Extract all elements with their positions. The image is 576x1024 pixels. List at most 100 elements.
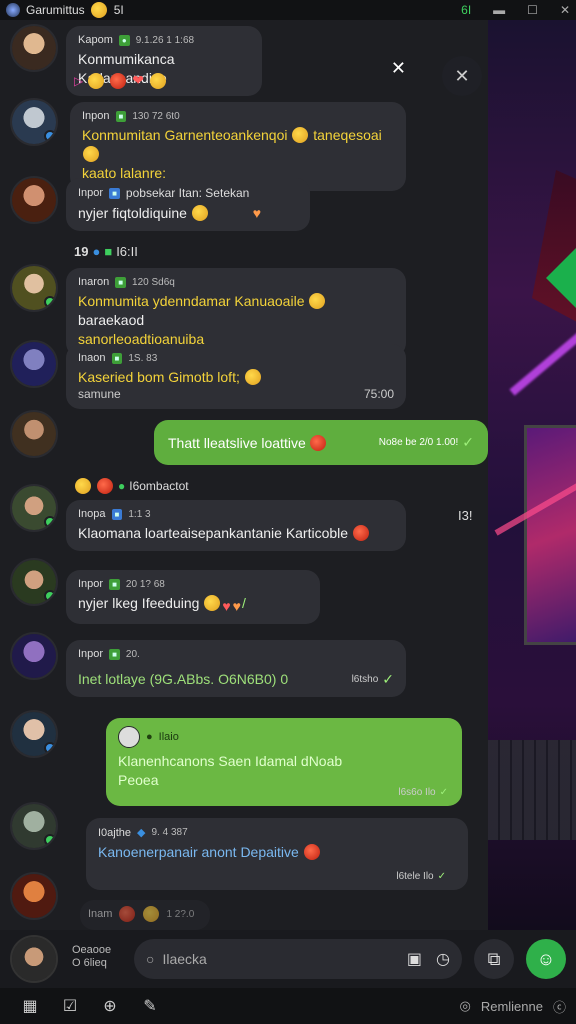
message-text: Kanoenerpanair anont Depaitive (98, 843, 456, 862)
avatar[interactable] (10, 176, 58, 224)
role-badge: ■ (111, 352, 123, 364)
read-check-icon: ✓ (462, 434, 474, 450)
background-scene (488, 20, 576, 930)
search-icon[interactable]: ⊕ (90, 996, 130, 1016)
message-time: 75:00 (363, 386, 394, 401)
message-bubble[interactable]: Inpor ■ 20 1? 68 nyjer lkeg Ifeeduing ♥ ♥… (66, 570, 320, 624)
message-time: 120 Sd6q (132, 276, 175, 288)
role-badge: ■ (111, 508, 123, 520)
role-badge: ■ (115, 110, 127, 122)
message-author: Inpon (82, 110, 110, 122)
help-icon[interactable]: ⓒ (553, 997, 566, 1016)
role-badge: ● (118, 34, 130, 46)
app-name: Garumittus (26, 3, 85, 17)
message-author: Inopa (78, 508, 106, 520)
settings-icon[interactable]: ◎ (459, 998, 470, 1014)
composer: Oeaooe O 6lieq ○ Ilaecka ▣ ◷ ⧉ ☺ (0, 930, 576, 988)
status-item: 6I (461, 3, 472, 17)
close-icon[interactable]: ✕ (391, 58, 406, 79)
reaction-summary[interactable]: ● I6ombactot (74, 478, 189, 494)
message-bubble[interactable]: Inopa ■ 1:1 3 Klaomana loarteaisepankant… (66, 500, 406, 551)
role-badge: ■ (109, 187, 120, 199)
reply-author: Ilaio (158, 731, 179, 743)
message-input-placeholder: Ilaecka (162, 951, 207, 967)
reactions[interactable]: ▷ ❤ (74, 72, 167, 89)
message-text: Konmumitan Garnenteoankenqoi taneqesoai … (82, 127, 382, 181)
message-time: No8e be 2/0 1.00! (378, 437, 459, 448)
checklist-icon[interactable]: ☑ (50, 996, 90, 1016)
message-text: Klaomana loarteaisepankantanie Karticobl… (78, 524, 394, 543)
message-time: 20. (125, 648, 140, 660)
date-row: 19 ● ■ I6:II (74, 244, 138, 259)
read-check-icon: ✓ (382, 670, 394, 687)
role-badge: ■ (109, 578, 120, 590)
edit-icon[interactable]: ✎ (130, 996, 170, 1016)
message-text: Thatt lleatslive loattive (168, 434, 306, 451)
message-time: 130 72 6t0 (132, 110, 180, 122)
gallery-icon[interactable]: ▣ (407, 949, 422, 969)
avatar[interactable] (10, 802, 58, 850)
app-suffix: 5I (113, 3, 124, 17)
read-check-icon: ✓ (437, 871, 446, 882)
message-time: l6s6o Ilo (398, 787, 436, 798)
avatar[interactable] (10, 632, 58, 680)
avatar[interactable] (10, 98, 58, 146)
message-bubble[interactable]: Inpor ■ 20. Inet lotlaye (9G.ABbs. O6N6B… (66, 640, 406, 697)
emoji-icon (90, 2, 107, 18)
avatar[interactable] (10, 410, 58, 458)
close-icon[interactable]: ✕ (560, 3, 570, 17)
bottom-navbar: ▦ ☑ ⊕ ✎ ◎ Remlienne ⓒ (0, 988, 576, 1024)
message-author: I0ajthe (98, 826, 132, 839)
search-icon: ○ (146, 951, 155, 967)
message-bubble[interactable]: I0ajthe ◆ 9. 4 387 Kanoenerpanair anont … (86, 818, 468, 890)
window-controls: 6I ▬ ☐ ✕ (461, 3, 570, 17)
side-counter: I3! (458, 508, 473, 523)
message-time: 9.1.26 1 1:68 (135, 34, 195, 46)
message-time: l6tele Ilo (396, 871, 434, 882)
message-time: l6tsho (351, 673, 379, 685)
message-time: 9. 4 387 (151, 827, 188, 838)
maximize-icon[interactable]: ☐ (527, 3, 538, 17)
message-bubble[interactable]: Inam 1 2?.0 (80, 900, 210, 930)
navbar-right-label: Remlienne (480, 998, 543, 1014)
message-author: Inam (88, 908, 113, 920)
message-input[interactable]: ○ Ilaecka ▣ ◷ (134, 939, 462, 979)
role-badge: ■ (109, 648, 120, 660)
status-bar: Garumittus 5I 6I ▬ ☐ ✕ (0, 0, 576, 20)
sticker-button[interactable]: ⧉ (474, 939, 514, 979)
message-subtext: samune (78, 386, 121, 401)
message-text: Klanenhcanons Saen Idamal dNoab Peoea (118, 753, 343, 788)
composer-side-label: Oeaooe O 6lieq (72, 944, 112, 970)
minimize-icon[interactable]: ▬ (493, 3, 505, 17)
role-badge: ■ (115, 276, 127, 288)
avatar[interactable] (10, 872, 58, 920)
message-time: 20 1? 68 (125, 578, 165, 590)
avatar[interactable] (10, 24, 58, 72)
message-author: Kapom (78, 34, 113, 46)
message-bubble[interactable]: Inpor ■ pobsekar Itan: Setekan nyjer fiq… (66, 178, 310, 231)
my-avatar[interactable] (10, 935, 58, 983)
avatar[interactable] (10, 484, 58, 532)
emoji-send-button[interactable]: ☺ (526, 939, 566, 979)
grid-icon[interactable]: ▦ (10, 996, 50, 1016)
app-icon (6, 3, 20, 17)
clock-icon[interactable]: ◷ (436, 949, 450, 969)
message-text: Konmumita ydenndamar Kanuaoaile baraekao… (78, 292, 394, 349)
message-time: 1:1 3 (128, 508, 151, 520)
message-author: Inaon (78, 352, 106, 364)
reply-avatar (118, 726, 140, 748)
message-time: 1S. 83 (128, 352, 158, 364)
dismiss-icon[interactable]: ✕ (442, 56, 482, 96)
avatar[interactable] (10, 340, 58, 388)
read-check-icon: ✓ (439, 787, 448, 798)
chat-list[interactable]: ✕ ✕ Kapom ● 9.1.26 1 1:68 Konmumikanca K… (0, 20, 488, 930)
reply-message-bubble[interactable]: ● Ilaio Klanenhcanons Saen Idamal dNoab P… (106, 718, 462, 806)
message-text: Kaseried bom Gimotb loft; (78, 368, 394, 387)
avatar[interactable] (10, 710, 58, 758)
message-head-text: pobsekar Itan: Setekan (125, 186, 250, 200)
avatar[interactable] (10, 264, 58, 312)
message-author: Inpor (78, 187, 104, 199)
avatar[interactable] (10, 558, 58, 606)
own-message-bubble[interactable]: Thatt lleatslive loattive No8e be 2/0 1.… (154, 420, 488, 465)
message-bubble[interactable]: Inaon ■ 1S. 83 Kaseried bom Gimotb loft;… (66, 344, 406, 409)
